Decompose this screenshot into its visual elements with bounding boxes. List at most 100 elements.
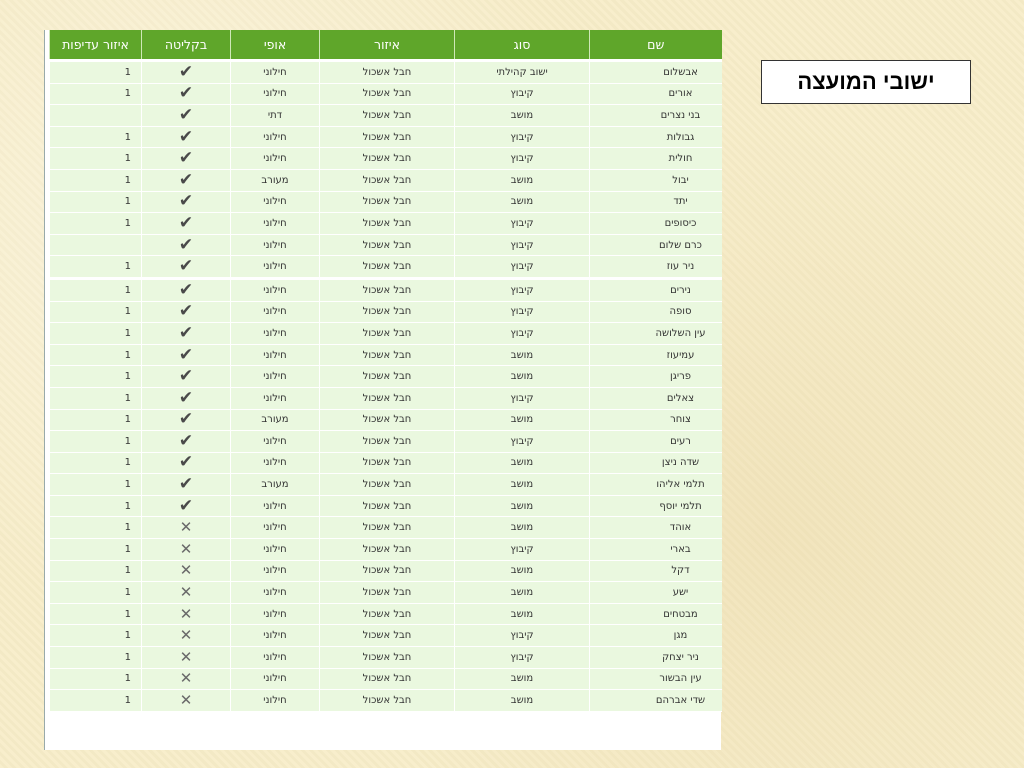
cell-absorption: ✔ bbox=[141, 452, 231, 475]
table-row: דקל מושב חבל אשכול חילוני ✕ 1 bbox=[49, 560, 722, 583]
cell-name: ניר עוז bbox=[666, 261, 695, 273]
cell-type: מושב bbox=[510, 565, 534, 577]
cell-character: חילוני bbox=[230, 83, 320, 106]
cell-region: חבל אשכול bbox=[362, 153, 412, 165]
cell-absorption: ✔ bbox=[141, 322, 231, 345]
cell-priority: 1 bbox=[49, 473, 142, 496]
cell-priority: 1 bbox=[124, 131, 131, 143]
check-icon: ✔ bbox=[178, 344, 194, 365]
cell-type: קיבוץ bbox=[454, 624, 590, 648]
cell-name: אבשלום bbox=[663, 66, 698, 78]
cell-type: מושב bbox=[454, 473, 590, 496]
cell-character: חילוני bbox=[263, 522, 287, 534]
cell-name: סופה bbox=[589, 301, 722, 324]
cell-priority: 1 bbox=[124, 651, 131, 663]
cell-type: מושב bbox=[454, 191, 590, 214]
cell-type: קיבוץ bbox=[454, 147, 590, 170]
cell-character: חילוני bbox=[230, 147, 320, 170]
header-type: סוג bbox=[454, 30, 590, 62]
cell-name: עין הבשור bbox=[659, 673, 702, 685]
cell-region: חבל אשכול bbox=[362, 174, 412, 186]
cell-region: חבל אשכול bbox=[319, 689, 455, 712]
cell-type: קיבוץ bbox=[454, 322, 590, 345]
cell-absorption: ✔ bbox=[141, 495, 231, 518]
cell-type: מושב bbox=[510, 587, 534, 599]
settlements-table: שם סוג איזור אופי בקליטה איזור עדיפות אב… bbox=[49, 30, 722, 712]
cell-priority: 1 bbox=[49, 495, 142, 518]
cell-priority: 1 bbox=[49, 126, 142, 149]
cell-character: חילוני bbox=[230, 365, 320, 388]
cell-name: יבול bbox=[589, 169, 722, 192]
cell-absorption: ✔ bbox=[141, 473, 231, 496]
cell-character: חילוני bbox=[230, 646, 320, 669]
cell-character: חילוני bbox=[230, 452, 320, 475]
cell-name: ישע bbox=[672, 587, 689, 599]
cell-type: קיבוץ bbox=[510, 435, 534, 447]
table-row: יתד מושב חבל אשכול חילוני ✔ 1 bbox=[49, 191, 722, 214]
cell-character: חילוני bbox=[263, 66, 287, 78]
cell-name: יתד bbox=[673, 196, 688, 208]
table-row: רעים קיבוץ חבל אשכול חילוני ✔ 1 bbox=[49, 430, 722, 453]
x-icon: ✕ bbox=[179, 626, 193, 645]
cell-absorption: ✕ bbox=[141, 624, 231, 648]
cell-region: חבל אשכול bbox=[362, 306, 412, 318]
cell-character: חילוני bbox=[230, 60, 320, 84]
cell-character: חילוני bbox=[263, 457, 287, 469]
cell-region: חבל אשכול bbox=[362, 587, 412, 599]
cell-character: חילוני bbox=[230, 560, 320, 583]
cell-name: מגן bbox=[673, 630, 688, 642]
cell-name: אורים bbox=[668, 88, 693, 100]
cell-name: מבטחים bbox=[663, 608, 698, 620]
cell-priority bbox=[49, 234, 142, 257]
cell-name: יבול bbox=[672, 174, 689, 186]
check-icon: ✔ bbox=[178, 234, 194, 255]
cell-absorption: ✔ bbox=[141, 387, 231, 410]
cell-character: חילוני bbox=[263, 651, 287, 663]
cell-character: דתי bbox=[267, 109, 283, 121]
cell-region: חבל אשכול bbox=[362, 88, 412, 100]
cell-name: שדי אברהם bbox=[589, 689, 722, 712]
cell-character: חילוני bbox=[263, 608, 287, 620]
cell-priority: 1 bbox=[49, 538, 142, 561]
cell-character: מעורב bbox=[261, 414, 289, 426]
cell-type: מושב bbox=[510, 479, 534, 491]
cell-type: קיבוץ bbox=[510, 630, 534, 642]
cell-priority: 1 bbox=[124, 174, 131, 186]
cell-type: מושב bbox=[454, 409, 590, 432]
cell-region: חבל אשכול bbox=[362, 131, 412, 143]
cell-type: מושב bbox=[454, 516, 590, 540]
cell-name: רעים bbox=[670, 435, 691, 447]
check-icon: ✔ bbox=[178, 279, 194, 300]
cell-character: חילוני bbox=[230, 624, 320, 648]
cell-type: קיבוץ bbox=[454, 126, 590, 149]
check-icon: ✔ bbox=[178, 366, 194, 387]
cell-character: חילוני bbox=[263, 695, 287, 707]
table-row: מגן קיבוץ חבל אשכול חילוני ✕ 1 bbox=[49, 624, 722, 648]
cell-character: חילוני bbox=[230, 430, 320, 453]
table-row: בני נצרים מושב חבל אשכול דתי ✔ bbox=[49, 104, 722, 127]
table-row: יבול מושב חבל אשכול מעורב ✔ 1 bbox=[49, 169, 722, 192]
cell-type: מושב bbox=[510, 673, 534, 685]
cell-absorption: ✔ bbox=[141, 344, 231, 367]
settlements-table-container: שם סוג איזור אופי בקליטה איזור עדיפות אב… bbox=[44, 30, 722, 750]
cell-name: חולית bbox=[668, 153, 693, 165]
cell-priority: 1 bbox=[49, 322, 142, 345]
cell-name: בארי bbox=[589, 538, 722, 561]
cell-type: קיבוץ bbox=[454, 538, 590, 561]
cell-priority: 1 bbox=[124, 153, 131, 165]
cell-type: מושב bbox=[510, 414, 534, 426]
table-row: תלמי אליהו מושב חבל אשכול מעורב ✔ 1 bbox=[49, 473, 722, 496]
cell-name: שדה ניצן bbox=[661, 457, 700, 469]
cell-region: חבל אשכול bbox=[362, 630, 412, 642]
cell-priority: 1 bbox=[49, 603, 142, 626]
table-row: שדי אברהם מושב חבל אשכול חילוני ✕ 1 bbox=[49, 689, 722, 712]
cell-region: חבל אשכול bbox=[362, 479, 412, 491]
cell-type: מושב bbox=[510, 174, 534, 186]
cell-type: קיבוץ bbox=[510, 239, 534, 251]
cell-region: חבל אשכול bbox=[362, 565, 412, 577]
cell-character: חילוני bbox=[263, 217, 287, 229]
cell-priority: 1 bbox=[124, 543, 131, 555]
cell-character: חילוני bbox=[263, 327, 287, 339]
cell-name: עין השלושה bbox=[655, 327, 706, 339]
cell-absorption: ✕ bbox=[141, 603, 231, 626]
